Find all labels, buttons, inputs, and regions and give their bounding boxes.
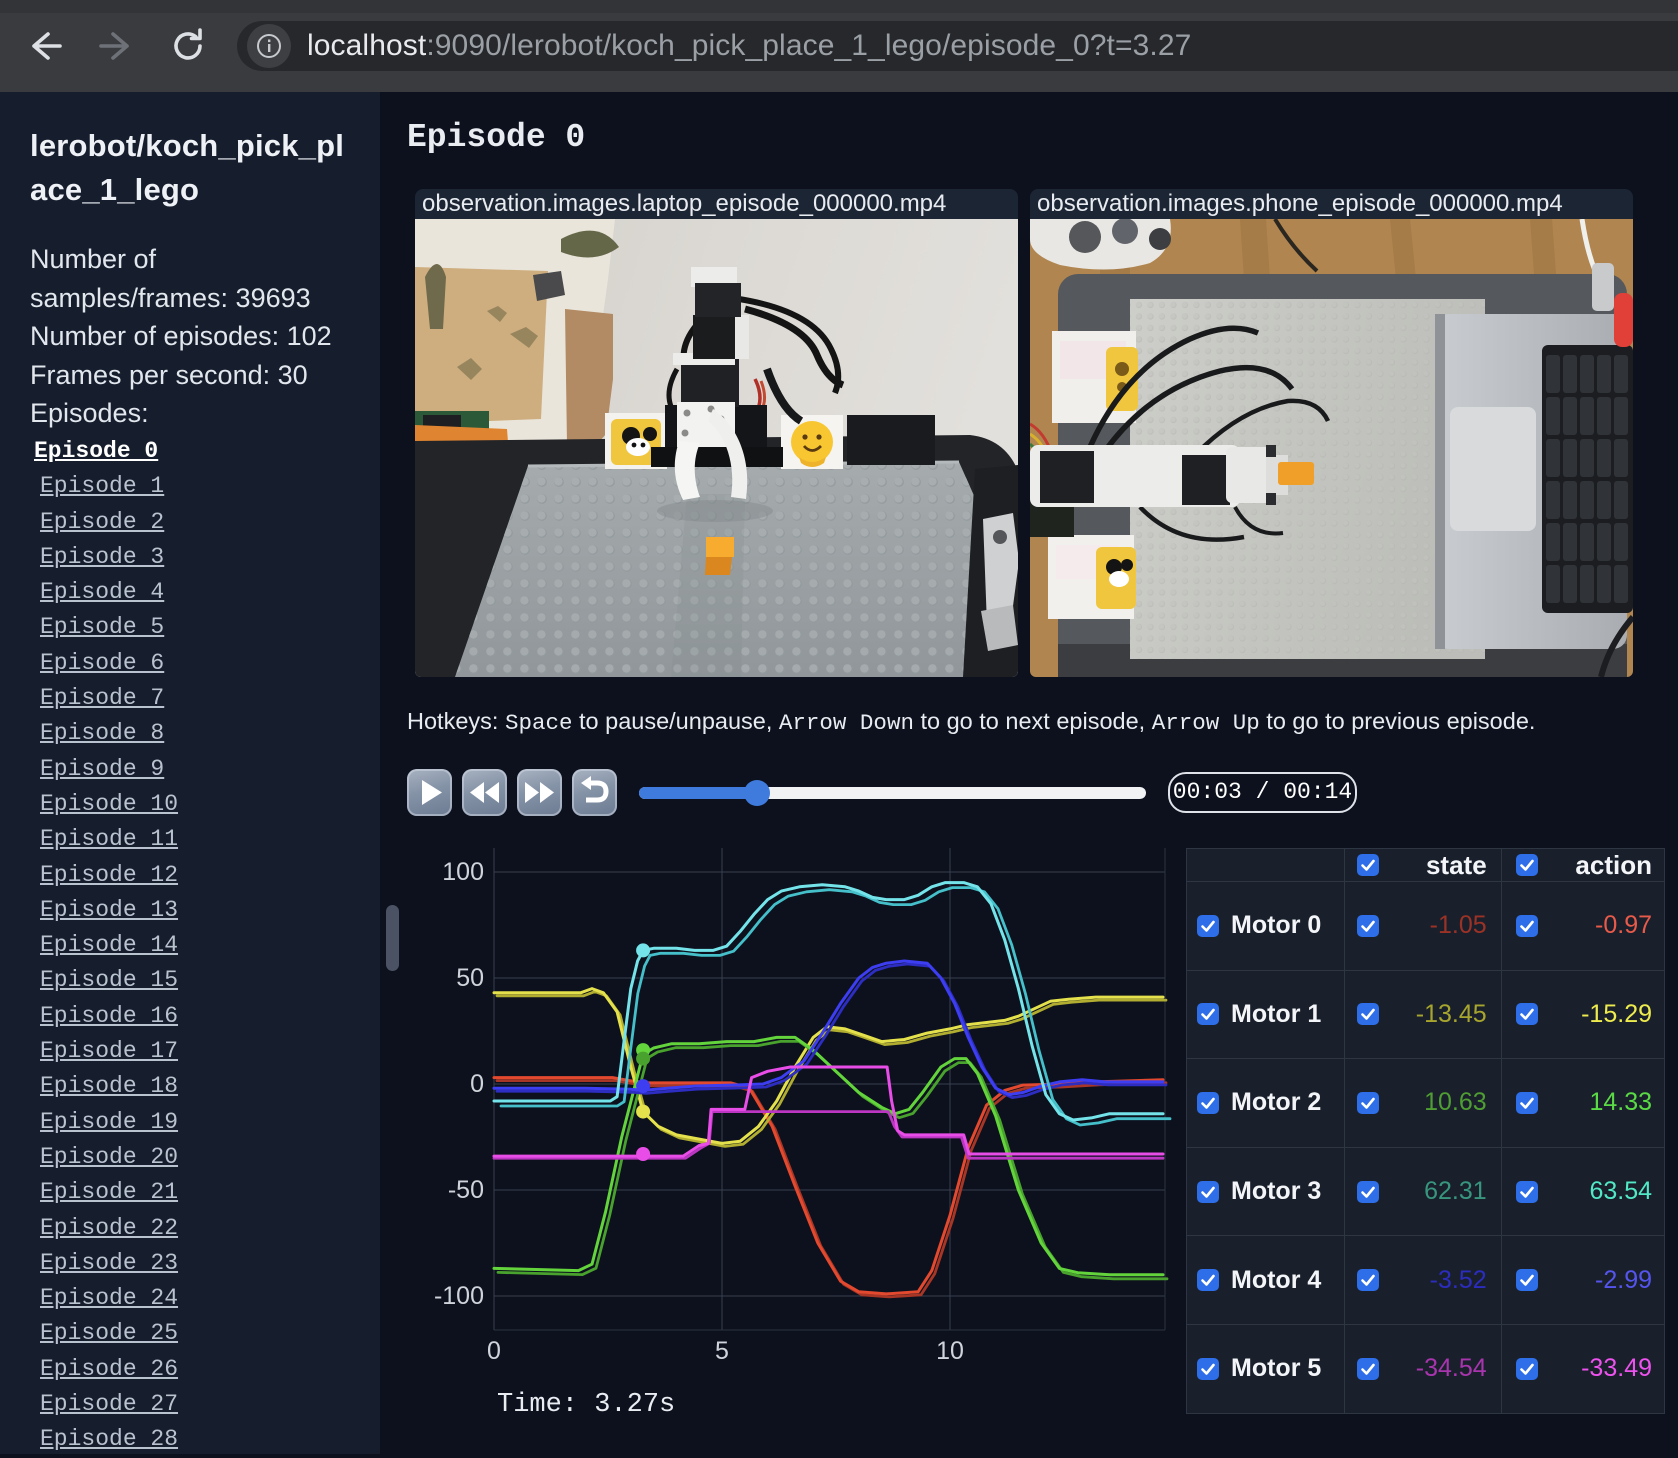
svg-text:-50: -50 (448, 1176, 484, 1204)
svg-text:10: 10 (936, 1337, 964, 1365)
svg-text:-100: -100 (434, 1282, 484, 1310)
svg-text:5: 5 (715, 1337, 729, 1365)
svg-text:100: 100 (442, 858, 484, 886)
svg-text:50: 50 (456, 964, 484, 992)
svg-text:0: 0 (470, 1070, 484, 1098)
svg-text:0: 0 (487, 1337, 501, 1365)
svg-text:Time: 3.27s: Time: 3.27s (497, 1390, 675, 1420)
